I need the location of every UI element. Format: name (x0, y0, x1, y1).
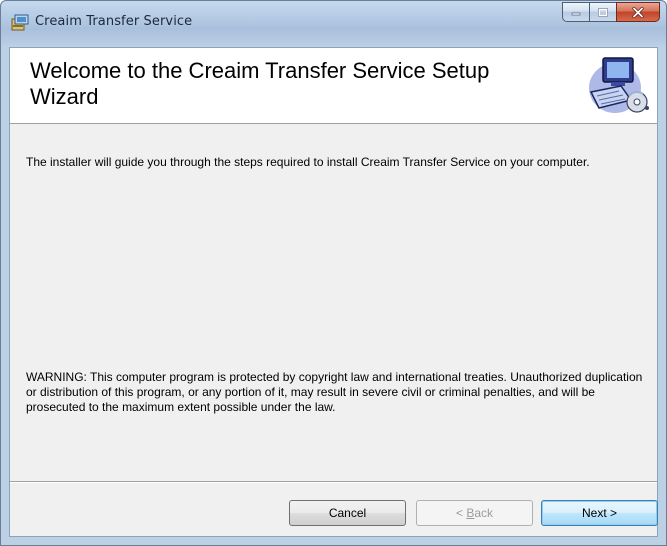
next-button[interactable]: Next > (541, 500, 658, 526)
window-title: Creaim Transfer Service (35, 14, 193, 29)
footer-separator (10, 481, 657, 483)
close-icon (632, 6, 644, 18)
dialog-client-area: Welcome to the Creaim Transfer Service S… (9, 47, 658, 537)
banner-title: Welcome to the Creaim Transfer Service S… (30, 58, 490, 109)
title-bar[interactable]: Creaim Transfer Service (1, 1, 666, 47)
back-button[interactable]: < Back (416, 500, 533, 526)
close-button[interactable] (616, 2, 660, 22)
back-button-label: < Back (456, 506, 493, 520)
cancel-button-label: Cancel (328, 506, 367, 520)
intro-text: The installer will guide you through the… (26, 155, 590, 169)
maximize-button[interactable] (589, 2, 616, 22)
maximize-icon (598, 7, 608, 17)
back-label-prefix: < (455, 506, 467, 520)
minimize-icon (571, 12, 581, 16)
next-button-label: Next > (581, 506, 617, 520)
installer-package-icon (11, 14, 29, 31)
wizard-banner: Welcome to the Creaim Transfer Service S… (10, 48, 657, 124)
computer-setup-icon (589, 57, 649, 113)
installer-window: Creaim Transfer Service Welcome to the C… (0, 0, 667, 546)
minimize-button[interactable] (562, 2, 589, 22)
caption-buttons (562, 2, 660, 22)
cancel-button[interactable]: Cancel (289, 500, 406, 526)
back-label-rest: ack (474, 506, 494, 520)
copyright-warning: WARNING: This computer program is protec… (26, 370, 643, 414)
